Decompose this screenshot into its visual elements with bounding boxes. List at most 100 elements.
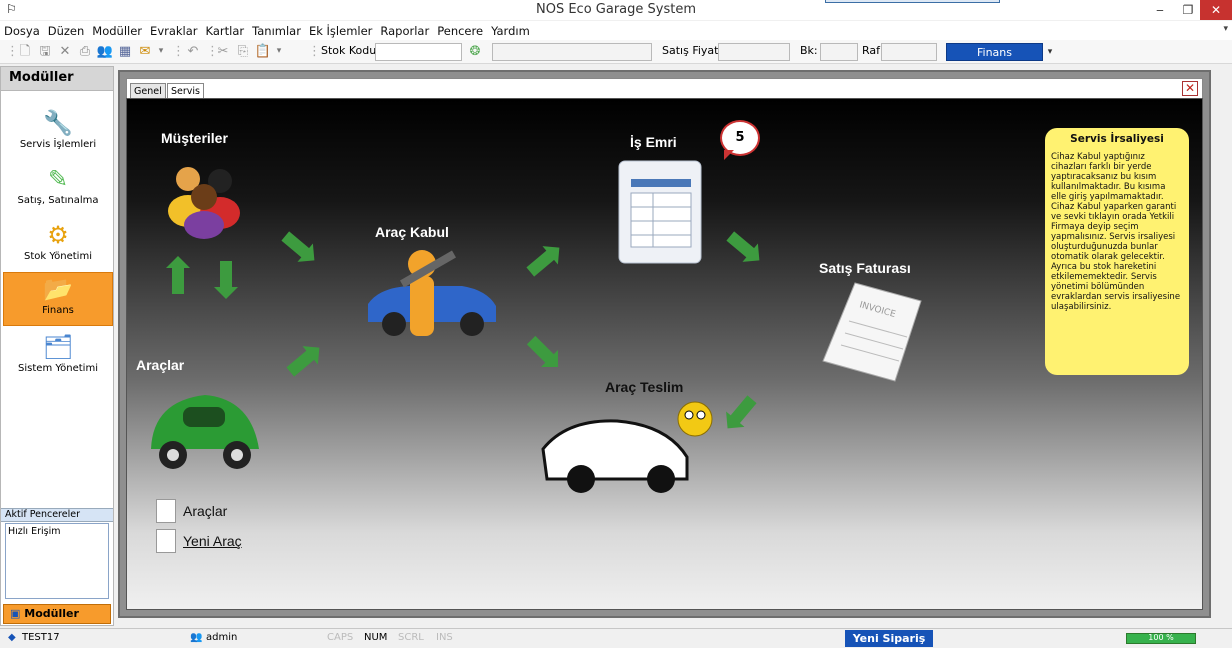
close-icon[interactable]: ✕ [1182,81,1198,96]
note-body: Cihaz Kabul yaptığınız cihazları farklı … [1051,152,1181,312]
new-document-icon[interactable]: 🗋 [16,43,34,60]
menu-bar: Dosya Düzen Modüller Evraklar Kartlar Ta… [0,21,1232,40]
copy-icon[interactable]: ⎘ [234,43,252,60]
minimize-button[interactable]: ‒ [1146,0,1174,20]
modules-bottom-tab[interactable]: ▣ Modüller [3,604,111,624]
yeni-arac-link[interactable]: Yeni Araç [183,533,242,549]
arrow-icon [729,395,757,425]
car-icon[interactable] [143,379,265,475]
menu-evraklar[interactable]: Evraklar [150,24,197,38]
stok-name-field[interactable] [492,43,652,61]
bk-field[interactable] [820,43,858,61]
user-icon: 👥 [190,632,203,643]
satis-fiyati-label: Satış Fiyatı [662,44,722,57]
undo-icon[interactable]: ↶ [184,43,202,60]
bk-label: Bk: [800,44,818,57]
title-search-box[interactable] [825,0,1000,3]
delete-icon[interactable]: ✕ [56,43,74,60]
arrow-icon [526,249,556,277]
sidebar-item-sistem-yonetimi[interactable]: 🗂 Sistem Yönetimi [3,331,113,385]
toolbar-separator-icon: ⋮ [172,44,185,59]
raf-label: Raf [862,44,881,57]
folder-icon: 📂 [43,275,73,303]
arrow-icon [281,231,311,259]
main-window-frame: Genel Servis ✕ Müşteriler Araç Kabul İş … [118,70,1211,618]
dropdown-arrow-icon[interactable]: ▾ [274,43,284,60]
car-service-icon[interactable] [362,244,502,344]
is-emri-count-badge: 5 [720,120,760,160]
status-bar: ◆ TEST17 👥 admin CAPS NUM SCRL INS Yeni … [0,628,1232,648]
cut-icon[interactable]: ✂ [214,43,232,60]
save-icon[interactable]: 🖫 [36,43,54,60]
window-title: NOS Eco Garage System [536,2,696,17]
menu-kartlar[interactable]: Kartlar [206,24,245,38]
module-select-arrow-icon[interactable]: ▾ [1044,43,1056,61]
arrow-icon [286,349,316,377]
print-icon[interactable]: ⎙ [76,43,94,60]
pen-icon: ✎ [47,165,69,193]
work-order-icon[interactable] [615,157,707,267]
node-musteriler[interactable]: Müşteriler [161,130,228,146]
dropdown-arrow-icon[interactable]: ▾ [156,43,166,60]
sidebar-item-servis-islemleri[interactable]: 🔧 Servis İşlemleri [3,107,113,161]
modules-tab-icon: ▣ [10,607,21,620]
module-select[interactable]: Finans [946,43,1043,61]
tab-genel[interactable]: Genel [130,83,166,99]
araclar-link[interactable]: Araçlar [183,503,227,519]
node-arac-kabul[interactable]: Araç Kabul [375,224,449,240]
sidebar-item-stok-yonetimi[interactable]: ⚙ Stok Yönetimi [3,219,113,273]
menu-raporlar[interactable]: Raporlar [380,24,429,38]
active-windows-list[interactable]: Hızlı Erişim [5,523,109,599]
note-title: Servis İrsaliyesi [1070,133,1164,145]
node-is-emri[interactable]: İş Emri [630,134,677,150]
menu-pencere[interactable]: Pencere [437,24,483,38]
menu-overflow-icon[interactable]: ▾ [1223,24,1228,34]
sidebar-header: Modüller [1,67,113,91]
toolbar-grip-icon: ⋮ [6,44,19,59]
workflow-canvas: Müşteriler Araç Kabul İş Emri 5 Satış Fa… [126,98,1203,610]
sidebar-item-label: Stok Yönetimi [24,251,92,262]
toolbar-separator-icon: ⋮ [206,44,219,59]
active-windows-header: Aktif Pencereler [1,508,113,522]
menu-tanimlar[interactable]: Tanımlar [252,24,301,38]
arrow-icon [172,266,184,294]
sms-icon[interactable]: ✉ [136,43,154,60]
list-document-icon [156,499,176,523]
sidebar-item-satis-satinalma[interactable]: ✎ Satış, Satınalma [3,163,113,217]
paste-icon[interactable]: 📋 [254,43,272,60]
user-name: admin [206,632,238,643]
menu-moduller[interactable]: Modüller [92,24,142,38]
menu-yardim[interactable]: Yardım [491,24,530,38]
toolbar: ⋮ 🗋 🖫 ✕ ⎙ 👥 ▦ ✉ ▾ ⋮ ↶ ⋮ ✂ ⎘ 📋 ▾ ⋮ Stok K… [0,40,1232,64]
menu-ek-islemler[interactable]: Ek İşlemler [309,24,372,38]
menu-dosya[interactable]: Dosya [4,24,40,38]
modules-tab-label: Modüller [24,607,79,620]
yeni-siparis-button[interactable]: Yeni Sipariş [845,630,933,647]
company-icon: ◆ [8,632,16,643]
sidebar-item-label: Servis İşlemleri [19,139,97,150]
car-delivery-icon[interactable] [537,399,717,499]
menu-duzen[interactable]: Düzen [48,24,85,38]
list-item-hizli-erisim[interactable]: Hızlı Erişim [8,526,106,537]
invoice-icon[interactable]: INVOICE [815,277,925,387]
users-icon[interactable]: 👥 [96,43,114,60]
color-balls-icon[interactable]: ❂ [466,43,484,60]
satis-fiyati-field[interactable] [718,43,790,61]
close-button[interactable]: ✕ [1200,0,1232,20]
sidebar-item-label: Finans [42,305,74,316]
arrow-icon [526,335,556,365]
tab-servis[interactable]: Servis [167,83,204,99]
sidebar-item-finans[interactable]: 📂 Finans [3,272,113,326]
node-satis-faturasi[interactable]: Satış Faturası [819,260,911,276]
customers-icon[interactable] [162,159,247,239]
caps-indicator: CAPS [327,632,354,643]
grid-icon[interactable]: ▦ [116,43,134,60]
stok-kodu-input[interactable] [375,43,462,61]
progress-text: 100 % [1148,633,1174,642]
node-araclar[interactable]: Araçlar [136,357,184,373]
servis-irsaliyesi-note: Servis İrsaliyesi Cihaz Kabul yaptığınız… [1045,128,1189,375]
node-arac-teslim[interactable]: Araç Teslim [605,379,683,395]
toolbar-separator-icon: ⋮ [308,44,321,59]
maximize-button[interactable]: ❐ [1174,0,1202,20]
raf-field[interactable] [881,43,937,61]
